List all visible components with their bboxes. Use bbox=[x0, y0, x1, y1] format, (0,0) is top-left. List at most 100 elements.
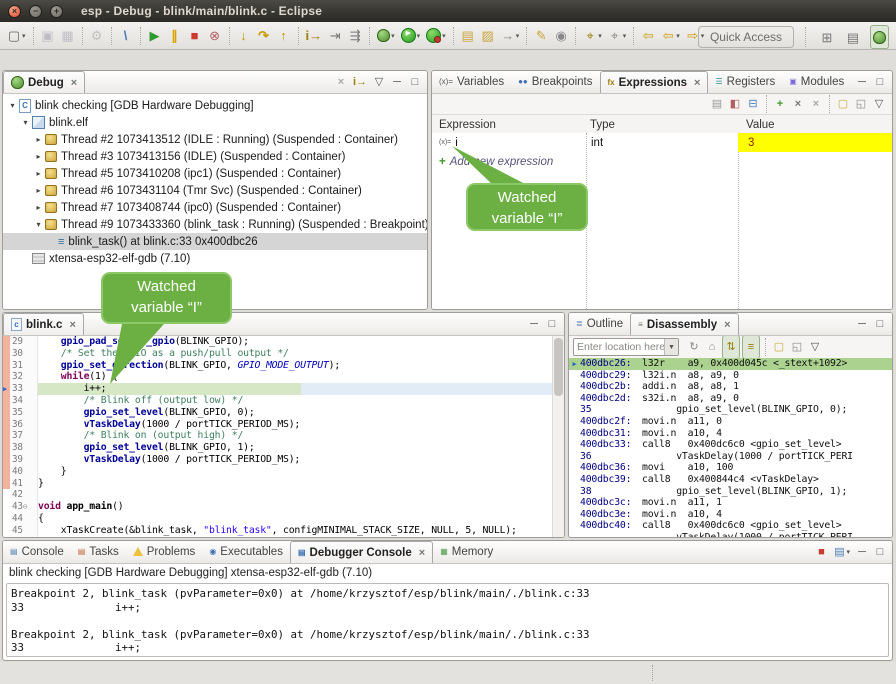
sync-selection-button[interactable]: ⇅ bbox=[722, 335, 740, 359]
location-input[interactable]: Enter location here bbox=[574, 341, 664, 353]
code-line[interactable]: ▶33 i++; bbox=[3, 383, 564, 395]
line-number[interactable]: 35 bbox=[10, 407, 38, 419]
disassembly-source-line[interactable]: 35 gpio_set_level(BLINK_GPIO, 0); bbox=[569, 404, 892, 416]
code-line[interactable]: 37 /* Blink on (output high) */ bbox=[3, 430, 564, 442]
expander-icon[interactable]: ▸ bbox=[33, 186, 44, 195]
maximize-view-button[interactable]: □ bbox=[407, 73, 423, 91]
disassembly-line[interactable]: 400dbc3e:movi.n a10, 4 bbox=[569, 509, 892, 521]
tree-row[interactable]: ▸Thread #6 1073431104 (Tmr Svc) (Suspend… bbox=[3, 182, 427, 199]
code-line[interactable]: 45 xTaskCreate(&blink_task, "blink_task"… bbox=[3, 525, 564, 537]
disassembly-line[interactable]: 400dbc31:movi.n a10, 4 bbox=[569, 428, 892, 440]
dropdown-arrow-icon[interactable]: ▾ bbox=[516, 32, 520, 40]
instruction-stepping-button[interactable]: i→ bbox=[304, 25, 325, 47]
maximize-view-button[interactable]: □ bbox=[872, 73, 888, 91]
line-number[interactable]: 37 bbox=[10, 430, 38, 442]
tree-row[interactable]: ▸Thread #2 1073413512 (IDLE : Running) (… bbox=[3, 131, 427, 148]
run-launch-button[interactable]: ▾ bbox=[399, 25, 423, 47]
disassembly-listing[interactable]: ▶400dbc26:l32r a9, 0x400d045c <_stext+10… bbox=[569, 358, 892, 537]
location-combo[interactable]: Enter location here ▼ bbox=[573, 338, 679, 356]
disassembly-source-line[interactable]: vTaskDelay(1000 / portTICK_PERI bbox=[569, 532, 892, 537]
column-expression[interactable]: Expression bbox=[432, 119, 586, 131]
line-number[interactable]: 42 bbox=[10, 489, 38, 501]
tree-row[interactable]: ▾blink checking [GDB Hardware Debugging] bbox=[3, 97, 427, 114]
terminate-button[interactable]: ■ bbox=[186, 25, 204, 47]
dropdown-arrow-icon[interactable]: ▾ bbox=[417, 32, 421, 40]
mark-occurrences-button[interactable]: ⌖▾ bbox=[581, 25, 604, 47]
annotation-gutter[interactable] bbox=[3, 442, 10, 454]
annotation-gutter[interactable] bbox=[3, 395, 10, 407]
step-into-button[interactable]: ↓ bbox=[235, 25, 253, 47]
close-tab-icon[interactable]: × bbox=[694, 77, 700, 89]
open-new-view-button[interactable]: ◱ bbox=[789, 336, 805, 358]
line-number[interactable]: 40 bbox=[10, 466, 38, 478]
code-line[interactable]: 29 gpio_pad_select_gpio(BLINK_GPIO); bbox=[3, 336, 564, 348]
add-expression-row[interactable]: +Add new expression bbox=[432, 152, 892, 171]
save-all-button[interactable]: ▦ bbox=[59, 25, 77, 47]
line-number[interactable]: 39 bbox=[10, 454, 38, 466]
disassembly-line[interactable]: 400dbc40:call8 0x400dc6c0 <gpio_set_leve… bbox=[569, 520, 892, 532]
fold-icon[interactable]: ⊖ bbox=[23, 502, 28, 511]
dropdown-arrow-icon[interactable]: ▾ bbox=[598, 32, 602, 40]
tab-tasks[interactable]: ▤Tasks bbox=[71, 541, 126, 562]
disassembly-source-line[interactable]: 36 vTaskDelay(1000 / portTICK_PERI bbox=[569, 451, 892, 463]
code-line[interactable]: 40 } bbox=[3, 466, 564, 478]
tab-outline[interactable]: ≣Outline bbox=[569, 313, 630, 334]
code-line[interactable]: 43⊖void app_main() bbox=[3, 501, 564, 513]
back-button[interactable]: ⇦▾ bbox=[659, 25, 682, 47]
minimize-view-button[interactable]: ─ bbox=[389, 73, 405, 91]
new-view-button[interactable]: ▢ bbox=[835, 93, 851, 115]
annotation-gutter[interactable] bbox=[3, 360, 10, 372]
window-minimize-button[interactable]: − bbox=[29, 5, 42, 18]
tab-console[interactable]: ▤Console bbox=[3, 541, 71, 562]
close-tab-icon[interactable]: × bbox=[419, 547, 425, 559]
maximize-view-button[interactable]: □ bbox=[872, 315, 888, 333]
expander-icon[interactable]: ▾ bbox=[7, 101, 18, 110]
close-tab-icon[interactable]: × bbox=[71, 77, 77, 89]
disassembly-source-line[interactable]: 38 gpio_set_level(BLINK_GPIO, 1); bbox=[569, 486, 892, 498]
tree-row[interactable]: ▾blink.elf bbox=[3, 114, 427, 131]
window-maximize-button[interactable]: + bbox=[50, 5, 63, 18]
view-menu-button[interactable]: ▽ bbox=[807, 336, 823, 358]
code-line[interactable]: 31 gpio_set_direction(BLINK_GPIO, GPIO_M… bbox=[3, 360, 564, 372]
disassembly-line[interactable]: 400dbc39:call8 0x400844c4 <vTaskDelay> bbox=[569, 474, 892, 486]
code-line[interactable]: 32 while(1) { bbox=[3, 371, 564, 383]
create-watch-expression-button[interactable]: + bbox=[772, 93, 788, 115]
tab-expressions[interactable]: fxExpressions× bbox=[600, 71, 709, 93]
remove-expression-button[interactable]: × bbox=[790, 93, 806, 115]
code-line[interactable]: 34 /* Blink off (output low) */ bbox=[3, 395, 564, 407]
disassembly-line[interactable]: 400dbc2f:movi.n a11, 0 bbox=[569, 416, 892, 428]
dropdown-arrow-icon[interactable]: ▾ bbox=[846, 548, 850, 556]
annotation-gutter[interactable] bbox=[3, 489, 10, 501]
external-tools-button[interactable]: ▾ bbox=[424, 25, 448, 47]
show-type-names-button[interactable]: ▤ bbox=[709, 93, 725, 115]
tab-debugger-console[interactable]: ▤Debugger Console× bbox=[290, 541, 433, 563]
tree-row[interactable]: ▸Thread #3 1073413156 (IDLE) (Suspended … bbox=[3, 148, 427, 165]
debug-launch-button[interactable]: ▾ bbox=[375, 25, 397, 47]
code-line[interactable]: 36 vTaskDelay(1000 / portTICK_PERIOD_MS)… bbox=[3, 419, 564, 431]
new-project-button[interactable]: ▤ bbox=[459, 25, 477, 47]
maximize-view-button[interactable]: □ bbox=[872, 543, 888, 561]
format-button[interactable]: ✎ bbox=[532, 25, 550, 47]
disassembly-line[interactable]: 400dbc2b:addi.n a8, a8, 1 bbox=[569, 381, 892, 393]
combo-dropdown-icon[interactable]: ▼ bbox=[664, 339, 678, 355]
remove-all-expressions-button[interactable]: × bbox=[808, 93, 824, 115]
step-return-button[interactable]: ↑ bbox=[275, 25, 293, 47]
annotation-gutter[interactable] bbox=[3, 348, 10, 360]
disassembly-line[interactable]: 400dbc2d:s32i.n a8, a9, 0 bbox=[569, 393, 892, 405]
annotation-gutter[interactable]: ▶ bbox=[3, 383, 10, 395]
debug-perspective-button[interactable] bbox=[870, 25, 889, 49]
tab-variables[interactable]: (x)=Variables bbox=[432, 71, 511, 92]
code-line[interactable]: 30 /* Set the GPIO as a push/pull output… bbox=[3, 348, 564, 360]
code-line[interactable]: 38 gpio_set_level(BLINK_GPIO, 1); bbox=[3, 442, 564, 454]
new-button[interactable]: ▢▾ bbox=[5, 25, 28, 47]
window-close-button[interactable]: × bbox=[8, 5, 21, 18]
annotation-gutter[interactable] bbox=[3, 430, 10, 442]
tab-debug[interactable]: Debug× bbox=[3, 71, 85, 93]
refresh-button[interactable]: ↻ bbox=[686, 336, 702, 358]
line-number[interactable]: 36 bbox=[10, 419, 38, 431]
show-source-button[interactable]: ≡ bbox=[742, 335, 760, 359]
home-button[interactable]: ⌂ bbox=[704, 336, 720, 358]
code-line[interactable]: 35 gpio_set_level(BLINK_GPIO, 0); bbox=[3, 407, 564, 419]
dropdown-arrow-icon[interactable]: ▾ bbox=[391, 32, 395, 40]
code-editor[interactable]: 29 gpio_pad_select_gpio(BLINK_GPIO);30 /… bbox=[3, 336, 564, 537]
